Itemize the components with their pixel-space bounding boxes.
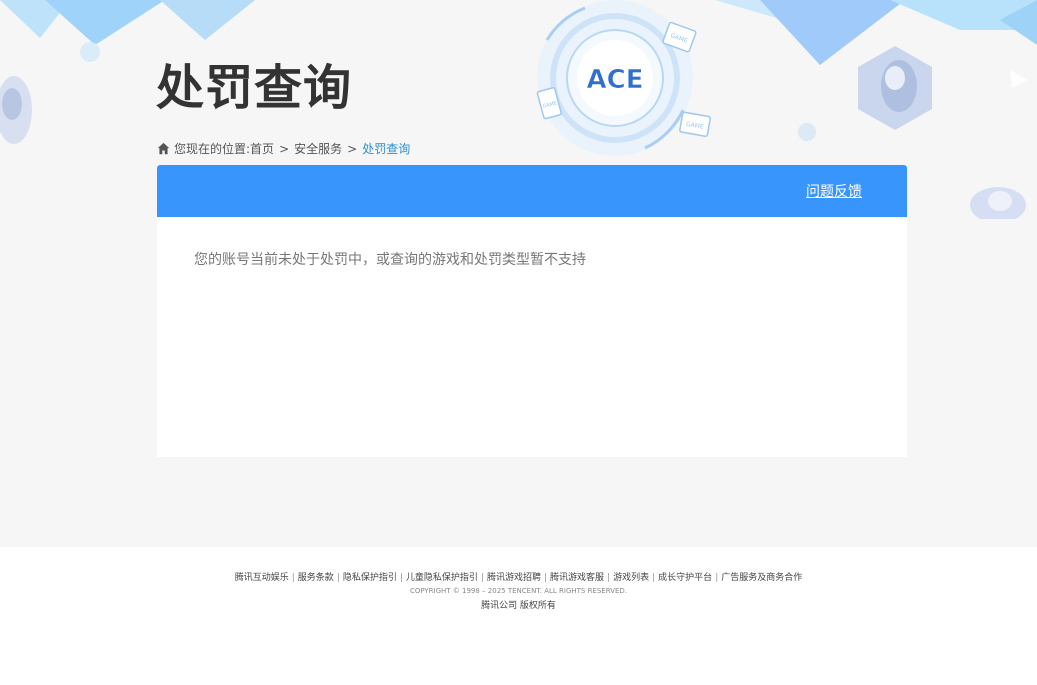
panel-header: 问题反馈 (157, 165, 907, 217)
result-message: 您的账号当前未处于处罚中，或查询的游戏和处罚类型暂不支持 (194, 252, 586, 268)
breadcrumb-separator: > (347, 141, 358, 156)
ace-logo: ACE GAME GAME GAME (536, 0, 712, 156)
hero-banner: ACE GAME GAME GAME 处罚查询 您现在的位置: 首页 > 安全服… (0, 0, 1037, 547)
footer-separator: | (715, 573, 719, 583)
feedback-link[interactable]: 问题反馈 (806, 181, 862, 201)
footer-link-terms[interactable]: 服务条款 (298, 573, 334, 583)
home-icon (157, 142, 170, 155)
breadcrumb: 您现在的位置: 首页 > 安全服务 > 处罚查询 (157, 140, 410, 157)
footer-separator: | (399, 573, 403, 583)
footer-link-tencent-ent[interactable]: 腾讯互动娱乐 (235, 573, 289, 583)
footer-separator: | (607, 573, 611, 583)
footer-separator: | (652, 573, 656, 583)
footer-separator: | (544, 573, 548, 583)
page-title: 处罚查询 (156, 60, 353, 116)
left-character-art (0, 76, 32, 144)
footer-links: 腾讯互动娱乐 | 服务条款 | 隐私保护指引 | 儿童隐私保护指引 | 腾讯游戏招聘 | 腾讯游戏客… (0, 570, 1037, 583)
footer-link-games[interactable]: 游戏列表 (613, 573, 649, 583)
svg-text:ACE: ACE (587, 65, 644, 95)
company-text: 腾讯公司 版权所有 (481, 601, 556, 611)
breadcrumb-prefix: 您现在的位置: (174, 142, 251, 156)
breadcrumb-home-link[interactable]: 首页 (250, 140, 274, 157)
footer-separator: | (336, 573, 340, 583)
footer-link-support[interactable]: 腾讯游戏客服 (550, 573, 604, 583)
footer-link-jobs[interactable]: 腾讯游戏招聘 (487, 573, 541, 583)
breadcrumb-current: 处罚查询 (362, 142, 411, 156)
footer-link-child-privacy[interactable]: 儿童隐私保护指引 (406, 573, 478, 583)
result-panel: 问题反馈 您的账号当前未处于处罚中，或查询的游戏和处罚类型暂不支持 (157, 165, 907, 457)
hexagon-character-art (858, 46, 932, 130)
breadcrumb-separator: > (279, 141, 290, 156)
right-character-art (970, 187, 1026, 219)
footer: 腾讯互动娱乐 | 服务条款 | 隐私保护指引 | 儿童隐私保护指引 | 腾讯游戏招聘 | 腾讯游戏客… (0, 547, 1037, 685)
copyright-text: COPYRIGHT © 1998 – 2025 TENCENT. ALL RIG… (409, 587, 628, 595)
footer-separator: | (291, 573, 295, 583)
footer-link-privacy[interactable]: 隐私保护指引 (343, 573, 397, 583)
footer-link-guardian[interactable]: 成长守护平台 (658, 573, 712, 583)
breadcrumb-security-link[interactable]: 安全服务 (294, 140, 342, 157)
footer-separator: | (480, 573, 484, 583)
footer-link-ads[interactable]: 广告服务及商务合作 (721, 573, 802, 583)
